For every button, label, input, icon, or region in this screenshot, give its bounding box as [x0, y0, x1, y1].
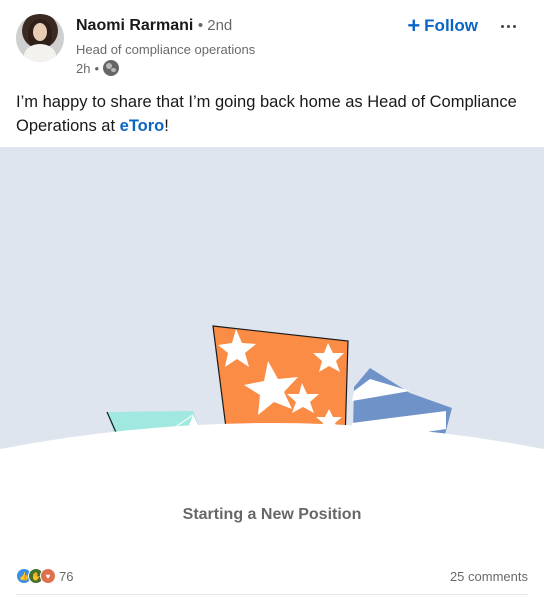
company-mention-link[interactable]: eToro [120, 117, 165, 135]
connection-degree: • 2nd [197, 17, 233, 34]
image-caption: Starting a New Position [182, 506, 362, 523]
new-position-image[interactable] [0, 147, 544, 475]
reaction-icons: 👍 ✋ ♥ [16, 568, 56, 584]
follow-button[interactable]: + Follow [407, 14, 478, 38]
post-header: Naomi Rarmani • 2nd Head of compliance o… [16, 12, 528, 82]
comments-count-link[interactable]: 25 comments [450, 569, 528, 584]
footer-divider [16, 594, 528, 595]
post-text-end: ! [164, 117, 169, 135]
post-card: Naomi Rarmani • 2nd Head of compliance o… [0, 0, 544, 597]
follow-label: Follow [424, 16, 478, 35]
post-text: I’m happy to share that I’m going back h… [16, 90, 526, 138]
post-text-main: I’m happy to share that I’m going back h… [16, 93, 517, 135]
more-options-icon[interactable] [496, 16, 520, 36]
reaction-count-value: 76 [59, 568, 74, 584]
love-icon: ♥ [40, 568, 56, 584]
plus-icon: + [407, 13, 421, 38]
gift-boxes-illustration [0, 325, 544, 475]
author-name[interactable]: Naomi Rarmani [76, 17, 193, 34]
avatar-face [33, 23, 47, 41]
reactions-count[interactable]: 👍 ✋ ♥ 76 [16, 568, 73, 584]
post-meta: 2h • [76, 60, 120, 76]
globe-icon [103, 60, 120, 76]
author-headline: Head of compliance operations [76, 42, 256, 57]
social-counts: 👍 ✋ ♥ 76 25 comments [16, 566, 528, 586]
avatar-body [24, 44, 56, 62]
author-avatar[interactable] [16, 14, 64, 62]
author-name-row: Naomi Rarmani • 2nd [76, 17, 232, 35]
ground-curve [0, 423, 544, 475]
post-time: 2h [76, 60, 91, 76]
meta-separator: • [94, 60, 100, 76]
